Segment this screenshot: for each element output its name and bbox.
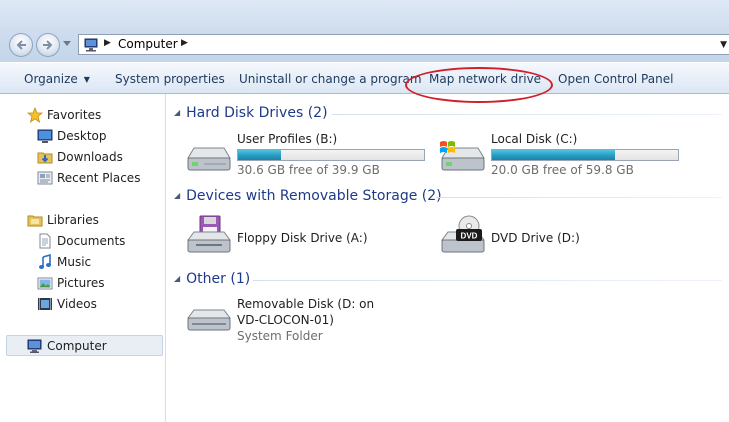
pictures-icon — [37, 277, 53, 290]
svg-text:DVD: DVD — [461, 232, 478, 241]
windows-system-disk-icon — [440, 141, 485, 171]
nav-videos-label: Videos — [57, 297, 97, 311]
system-properties-button[interactable]: System properties — [115, 72, 225, 86]
drive-name: DVD Drive (D:) — [491, 231, 580, 245]
drive-name-line2: VD-CLOCON-01) — [237, 313, 334, 327]
address-bar-area: ▶ Computer ▶ ▼ — [0, 0, 729, 62]
group-divider — [253, 280, 722, 281]
drive-user-profiles[interactable]: User Profiles (B:) 30.6 GB free of 39.9 … — [184, 130, 434, 180]
collapse-triangle-icon: ◢ — [174, 191, 181, 200]
collapse-triangle-icon: ◢ — [174, 108, 181, 117]
group-header-removable-label: Devices with Removable Storage (2) — [186, 188, 442, 204]
star-icon — [27, 107, 43, 123]
nav-pictures-label: Pictures — [57, 276, 105, 290]
nav-documents-label: Documents — [57, 234, 126, 248]
forward-arrow-icon — [43, 40, 53, 50]
drive-usage-fill — [492, 150, 615, 160]
drive-dvd[interactable]: DVD DVD Drive (D:) — [438, 214, 658, 260]
group-header-other-label: Other (1) — [186, 271, 251, 287]
drive-local-disk[interactable]: Local Disk (C:) 20.0 GB free of 59.8 GB — [438, 130, 688, 180]
forward-button[interactable] — [36, 33, 60, 57]
drive-floppy[interactable]: Floppy Disk Drive (A:) — [184, 214, 424, 260]
navigation-pane: Favorites Desktop Downloads Recent Place… — [0, 94, 166, 422]
address-field[interactable]: ▶ Computer ▶ ▼ — [78, 34, 729, 55]
nav-recent-places-label: Recent Places — [57, 171, 141, 185]
breadcrumb-computer[interactable]: Computer — [118, 37, 178, 51]
group-header-hard-disks-label: Hard Disk Drives (2) — [186, 105, 328, 121]
desktop-icon — [37, 129, 53, 143]
organize-button[interactable]: Organize ▼ — [24, 72, 90, 86]
hard-disk-icon — [187, 147, 231, 171]
drive-name: User Profiles (B:) — [237, 132, 338, 146]
libraries-icon — [27, 215, 43, 227]
group-header-other[interactable]: ◢ Other (1) — [174, 271, 250, 287]
organize-label: Organize — [24, 72, 78, 86]
back-button[interactable] — [9, 33, 33, 57]
collapse-triangle-icon: ◢ — [174, 274, 181, 283]
breadcrumb-separator-icon[interactable]: ▶ — [104, 38, 111, 48]
group-divider — [436, 197, 722, 198]
command-bar: Organize ▼ System properties Uninstall or… — [0, 62, 729, 103]
downloads-folder-icon — [37, 152, 53, 164]
drive-usage-bar — [491, 149, 679, 161]
drive-usage-fill — [238, 150, 281, 160]
address-dropdown-icon[interactable]: ▼ — [720, 40, 727, 50]
nav-downloads-label: Downloads — [57, 150, 123, 164]
drive-type: System Folder — [237, 329, 323, 343]
chevron-down-icon: ▼ — [83, 75, 90, 84]
open-control-panel-button[interactable]: Open Control Panel — [558, 72, 673, 86]
dvd-drive-icon: DVD — [441, 215, 485, 253]
group-header-hard-disks[interactable]: ◢ Hard Disk Drives (2) — [174, 105, 328, 121]
nav-favorites-label: Favorites — [47, 108, 102, 122]
drive-free-space: 30.6 GB free of 39.9 GB — [237, 163, 380, 177]
documents-icon — [39, 233, 51, 249]
nav-desktop-label: Desktop — [57, 129, 107, 143]
nav-libraries-label: Libraries — [47, 213, 99, 227]
drive-usage-bar — [237, 149, 425, 161]
drive-name: Floppy Disk Drive (A:) — [237, 231, 368, 245]
drive-removable-disk[interactable]: Removable Disk (D: on VD-CLOCON-01) Syst… — [184, 296, 404, 346]
drive-name: Local Disk (C:) — [491, 132, 578, 146]
breadcrumb-chevron-icon[interactable]: ▶ — [181, 38, 188, 48]
removable-disk-icon — [187, 309, 231, 331]
nav-computer-label: Computer — [47, 339, 107, 353]
recent-places-icon — [37, 171, 53, 185]
computer-icon — [84, 38, 98, 52]
group-divider — [332, 114, 722, 115]
group-header-removable[interactable]: ◢ Devices with Removable Storage (2) — [174, 188, 442, 204]
drive-free-space: 20.0 GB free of 59.8 GB — [491, 163, 634, 177]
drive-name-line1: Removable Disk (D: on — [237, 297, 375, 311]
back-arrow-icon — [16, 40, 26, 50]
map-network-drive-button[interactable]: Map network drive — [429, 72, 541, 86]
floppy-drive-icon — [187, 215, 231, 253]
nav-music-label: Music — [57, 255, 92, 269]
recent-pages-dropdown-icon[interactable] — [63, 41, 71, 47]
uninstall-program-button[interactable]: Uninstall or change a program — [239, 72, 422, 86]
music-note-icon — [39, 254, 51, 269]
videos-film-icon — [38, 298, 52, 310]
computer-icon — [27, 339, 42, 353]
